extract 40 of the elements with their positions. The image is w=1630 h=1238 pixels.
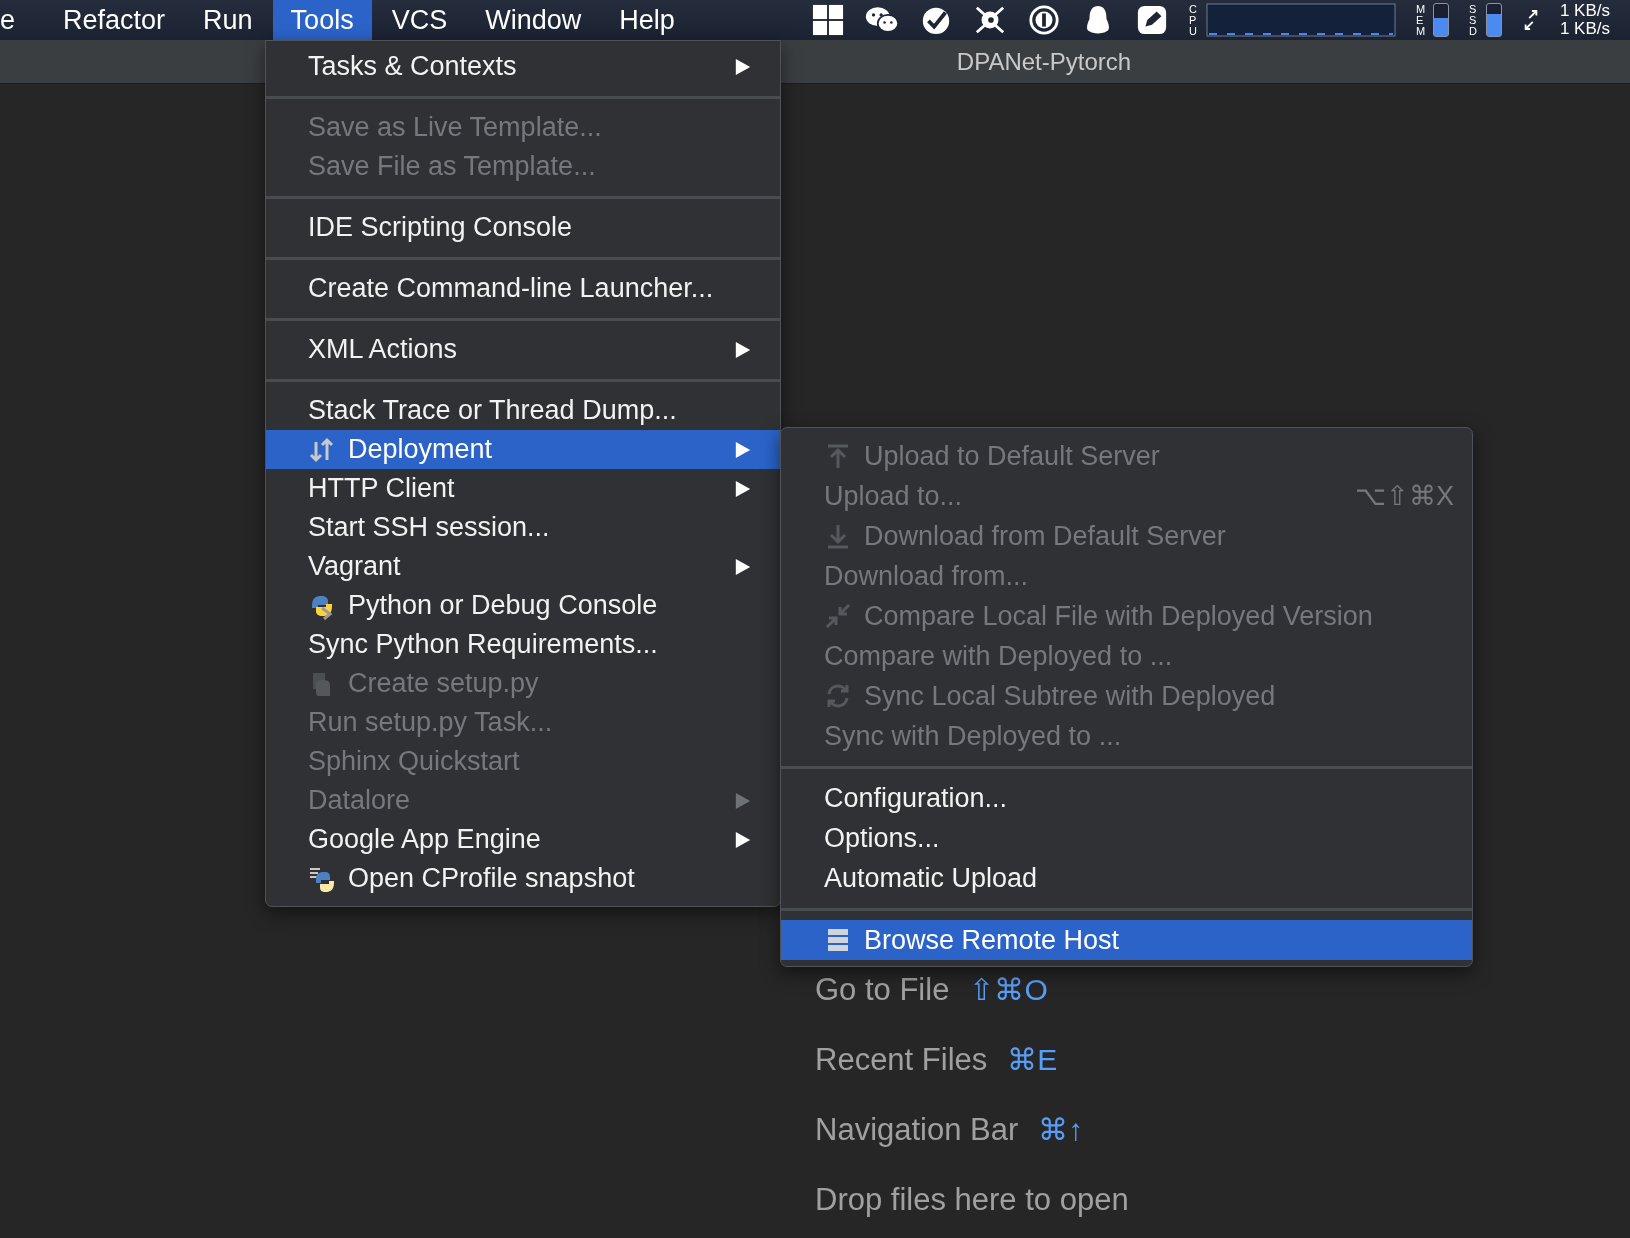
meter-label: SSD [1468, 3, 1478, 37]
menu-item[interactable]: Stack Trace or Thread Dump... [266, 391, 780, 430]
hint-shortcut: ⇧⌘O [969, 972, 1048, 1008]
menu-item[interactable]: Vagrant [266, 547, 780, 586]
menu-item[interactable]: IDE Scripting Console [266, 208, 780, 247]
hint-label: Go to File [815, 971, 950, 1009]
meter-label: MEM [1415, 3, 1427, 37]
menu-bar-item[interactable]: VCS [373, 0, 466, 40]
menu-item[interactable]: Create Command-line Launcher... [266, 269, 780, 308]
menu-item[interactable]: HTTP Client [266, 469, 780, 508]
menu-item[interactable]: Open CProfile snapshot [266, 859, 780, 898]
window-title: DPANet-Pytorch [956, 47, 1132, 76]
network-speed: 1 KB/s [1559, 20, 1610, 38]
grid-icon[interactable] [810, 4, 845, 36]
menu-item[interactable]: XML Actions [266, 330, 780, 369]
menu-bar-item[interactable]: Refactor [45, 0, 184, 40]
network-speed: 1 KB/s [1559, 2, 1610, 20]
menu-item[interactable]: Configuration... [781, 778, 1472, 818]
drop-hint: Drop files here to open [815, 1181, 1129, 1219]
menu-bar-item[interactable]: Run [185, 0, 271, 40]
hint-shortcut: ⌘E [1007, 1042, 1058, 1078]
menu-bar-item[interactable]: e [0, 0, 34, 40]
hint-shortcut: ⌘↑ [1038, 1112, 1084, 1148]
cpu-label: CPU [1188, 3, 1198, 37]
hint-label: Navigation Bar [815, 1111, 1019, 1149]
hint-label: Recent Files [815, 1041, 988, 1079]
menu-bar-item[interactable]: Help [601, 0, 693, 40]
menu-item[interactable]: Python or Debug Console [266, 586, 780, 625]
menu-item[interactable]: Start SSH session... [266, 508, 780, 547]
up-down-arrows-icon [308, 435, 336, 464]
menu-item[interactable]: Deployment [266, 430, 780, 469]
compare-arrows-icon [824, 602, 852, 630]
menu-item[interactable]: Options... [781, 818, 1472, 858]
menu-item[interactable]: Automatic Upload [781, 858, 1472, 898]
menu-item[interactable]: Browse Remote Host [781, 920, 1472, 960]
menu-item[interactable]: Sync Python Requirements... [266, 625, 780, 664]
menu-item[interactable]: Tasks & Contexts [266, 47, 780, 86]
menu-item[interactable]: Google App Engine [266, 820, 780, 859]
menu-bar-item[interactable]: Tools [272, 0, 372, 40]
menu-bar-item[interactable]: Window [467, 0, 600, 40]
